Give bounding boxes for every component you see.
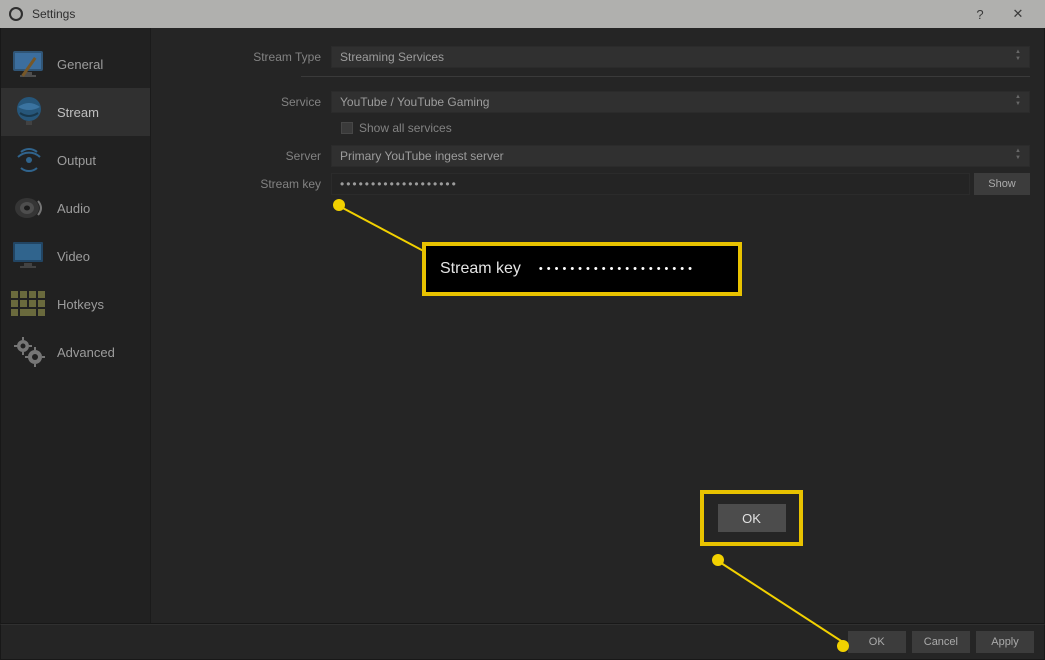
sidebar-item-label: Hotkeys [57, 297, 104, 312]
close-button[interactable]: ✕ [999, 0, 1037, 28]
sidebar-item-label: Video [57, 249, 90, 264]
obs-app-icon [8, 6, 24, 22]
sidebar-item-label: General [57, 57, 103, 72]
broadcast-icon [11, 142, 47, 178]
sidebar-item-label: Output [57, 153, 96, 168]
sidebar-item-audio[interactable]: Audio [1, 184, 150, 232]
titlebar: Settings ? ✕ [0, 0, 1045, 28]
help-button[interactable]: ? [961, 0, 999, 28]
sidebar-item-general[interactable]: General [1, 40, 150, 88]
sidebar-item-hotkeys[interactable]: Hotkeys [1, 280, 150, 328]
value: YouTube / YouTube Gaming [340, 95, 489, 109]
sidebar-item-label: Stream [57, 105, 99, 120]
dropdown-spinner-icon: ▲▼ [1015, 49, 1025, 62]
annotation-dot [712, 554, 724, 566]
gears-icon [11, 334, 47, 370]
sidebar-item-advanced[interactable]: Advanced [1, 328, 150, 376]
ok-button[interactable]: OK [848, 631, 906, 653]
window-title: Settings [32, 7, 75, 21]
monitor-icon [11, 46, 47, 82]
label-show-all-services: Show all services [359, 121, 452, 135]
sidebar-item-output[interactable]: Output [1, 136, 150, 184]
sidebar-item-stream[interactable]: Stream [1, 88, 150, 136]
label-server: Server [151, 149, 331, 163]
dropdown-spinner-icon: ▲▼ [1015, 94, 1025, 107]
screen-icon [11, 238, 47, 274]
apply-button[interactable]: Apply [976, 631, 1034, 653]
cancel-button[interactable]: Cancel [912, 631, 970, 653]
footer: OK Cancel Apply [0, 624, 1045, 660]
show-stream-key-button[interactable]: Show [974, 173, 1030, 195]
annotation-label: Stream key [440, 260, 521, 278]
settings-content: Stream Type Streaming Services ▲▼ Servic… [151, 28, 1044, 623]
annotation-dot [837, 640, 849, 652]
sidebar-item-label: Audio [57, 201, 90, 216]
dropdown-spinner-icon: ▲▼ [1015, 148, 1025, 161]
value: Primary YouTube ingest server [340, 149, 504, 163]
row-stream-key: Stream key ••••••••••••••••••• Show [151, 171, 1030, 197]
label-stream-type: Stream Type [151, 50, 331, 64]
annotation-ok: OK [700, 490, 803, 546]
row-show-all-services: Show all services [151, 117, 1030, 139]
sidebar: General Stream Output Audio Video [1, 28, 151, 623]
select-service[interactable]: YouTube / YouTube Gaming ▲▼ [331, 91, 1030, 113]
speaker-icon [11, 190, 47, 226]
annotation-dot [333, 199, 345, 211]
label-stream-key: Stream key [151, 177, 331, 191]
sidebar-item-video[interactable]: Video [1, 232, 150, 280]
main-panel: General Stream Output Audio Video [0, 28, 1045, 624]
select-stream-type[interactable]: Streaming Services ▲▼ [331, 46, 1030, 68]
annotation-dots: •••••••••••••••••••• [539, 263, 696, 275]
row-service: Service YouTube / YouTube Gaming ▲▼ [151, 89, 1030, 115]
checkbox-show-all-services[interactable] [341, 122, 353, 134]
value: Streaming Services [340, 50, 444, 64]
divider [301, 76, 1030, 77]
input-stream-key[interactable]: ••••••••••••••••••• [331, 173, 970, 195]
value: ••••••••••••••••••• [340, 177, 458, 191]
sidebar-item-label: Advanced [57, 345, 115, 360]
select-server[interactable]: Primary YouTube ingest server ▲▼ [331, 145, 1030, 167]
annotation-stream-key: Stream key •••••••••••••••••••• [422, 242, 742, 296]
label-service: Service [151, 95, 331, 109]
globe-icon [11, 94, 47, 130]
row-server: Server Primary YouTube ingest server ▲▼ [151, 143, 1030, 169]
keyboard-icon [11, 286, 47, 322]
annotation-ok-button: OK [718, 504, 786, 532]
row-stream-type: Stream Type Streaming Services ▲▼ [151, 44, 1030, 70]
